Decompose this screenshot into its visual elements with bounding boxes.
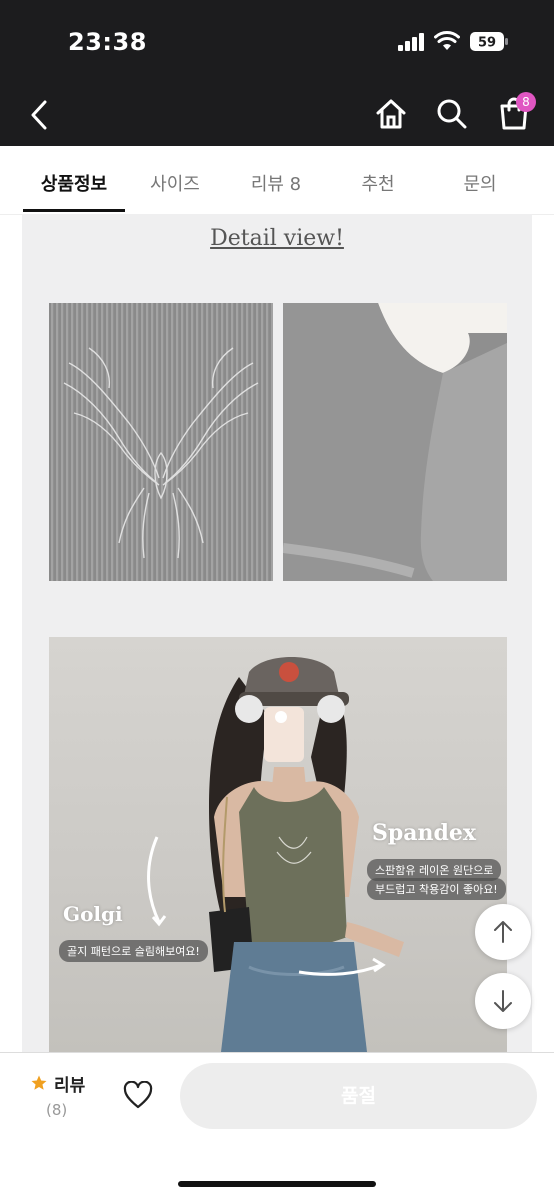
home-indicator xyxy=(178,1181,376,1187)
spandex-caption-2: 부드럽고 착용감이 좋아요! xyxy=(367,878,506,900)
search-icon[interactable] xyxy=(436,98,468,130)
wifi-icon xyxy=(434,31,460,50)
model-photo: Golgi 골지 패턴으로 슬림해보여요! Spandex 스판함유 레이온 원… xyxy=(49,637,507,1052)
heart-icon[interactable] xyxy=(123,1081,153,1109)
home-icon[interactable] xyxy=(375,98,407,130)
product-detail-content: Detail view! Golgi 골지 패턴으로 슬림해보여요! Spand… xyxy=(22,214,532,1052)
butterfly-print-graphic xyxy=(63,347,259,559)
star-icon xyxy=(31,1075,47,1090)
active-tab-indicator xyxy=(23,209,125,212)
golgi-title: Golgi xyxy=(63,902,123,926)
battery-level: 59 xyxy=(478,36,496,51)
detail-view-heading: Detail view! xyxy=(210,226,344,251)
review-count: (8) xyxy=(46,1101,68,1119)
tank-strap-graphic xyxy=(283,303,507,581)
status-bar: 23:38 59 xyxy=(0,0,554,84)
product-tabs: 상품정보 사이즈 리뷰 8 추천 문의 xyxy=(0,146,554,215)
scroll-to-bottom-button[interactable] xyxy=(475,973,531,1029)
arrow-up-icon xyxy=(494,921,512,943)
battery-icon: 59 xyxy=(470,32,508,51)
review-label[interactable]: 리뷰 xyxy=(54,1071,85,1096)
fabric-print-photo xyxy=(49,303,273,581)
tab-reviews[interactable]: 리뷰 8 xyxy=(226,170,326,196)
strap-detail-photo xyxy=(283,303,507,581)
golgi-caption: 골지 패턴으로 슬림해보여요! xyxy=(59,940,208,962)
nav-bar xyxy=(0,84,554,146)
spandex-title: Spandex xyxy=(372,820,477,846)
sold-out-button[interactable]: 품절 xyxy=(180,1063,537,1129)
arrow-down-icon xyxy=(494,990,512,1012)
tab-size[interactable]: 사이즈 xyxy=(125,170,225,196)
tab-inquiry[interactable]: 문의 xyxy=(430,170,530,196)
bottom-action-bar: 리뷰 (8) 품절 xyxy=(0,1052,554,1201)
status-time: 23:38 xyxy=(68,28,147,56)
cart-count-badge: 8 xyxy=(516,92,536,112)
back-chevron-icon[interactable] xyxy=(28,100,50,130)
cellular-signal-icon xyxy=(398,33,424,51)
scroll-to-top-button[interactable] xyxy=(475,904,531,960)
tab-recommend[interactable]: 추천 xyxy=(328,170,428,196)
tab-product-info[interactable]: 상품정보 xyxy=(24,170,124,196)
